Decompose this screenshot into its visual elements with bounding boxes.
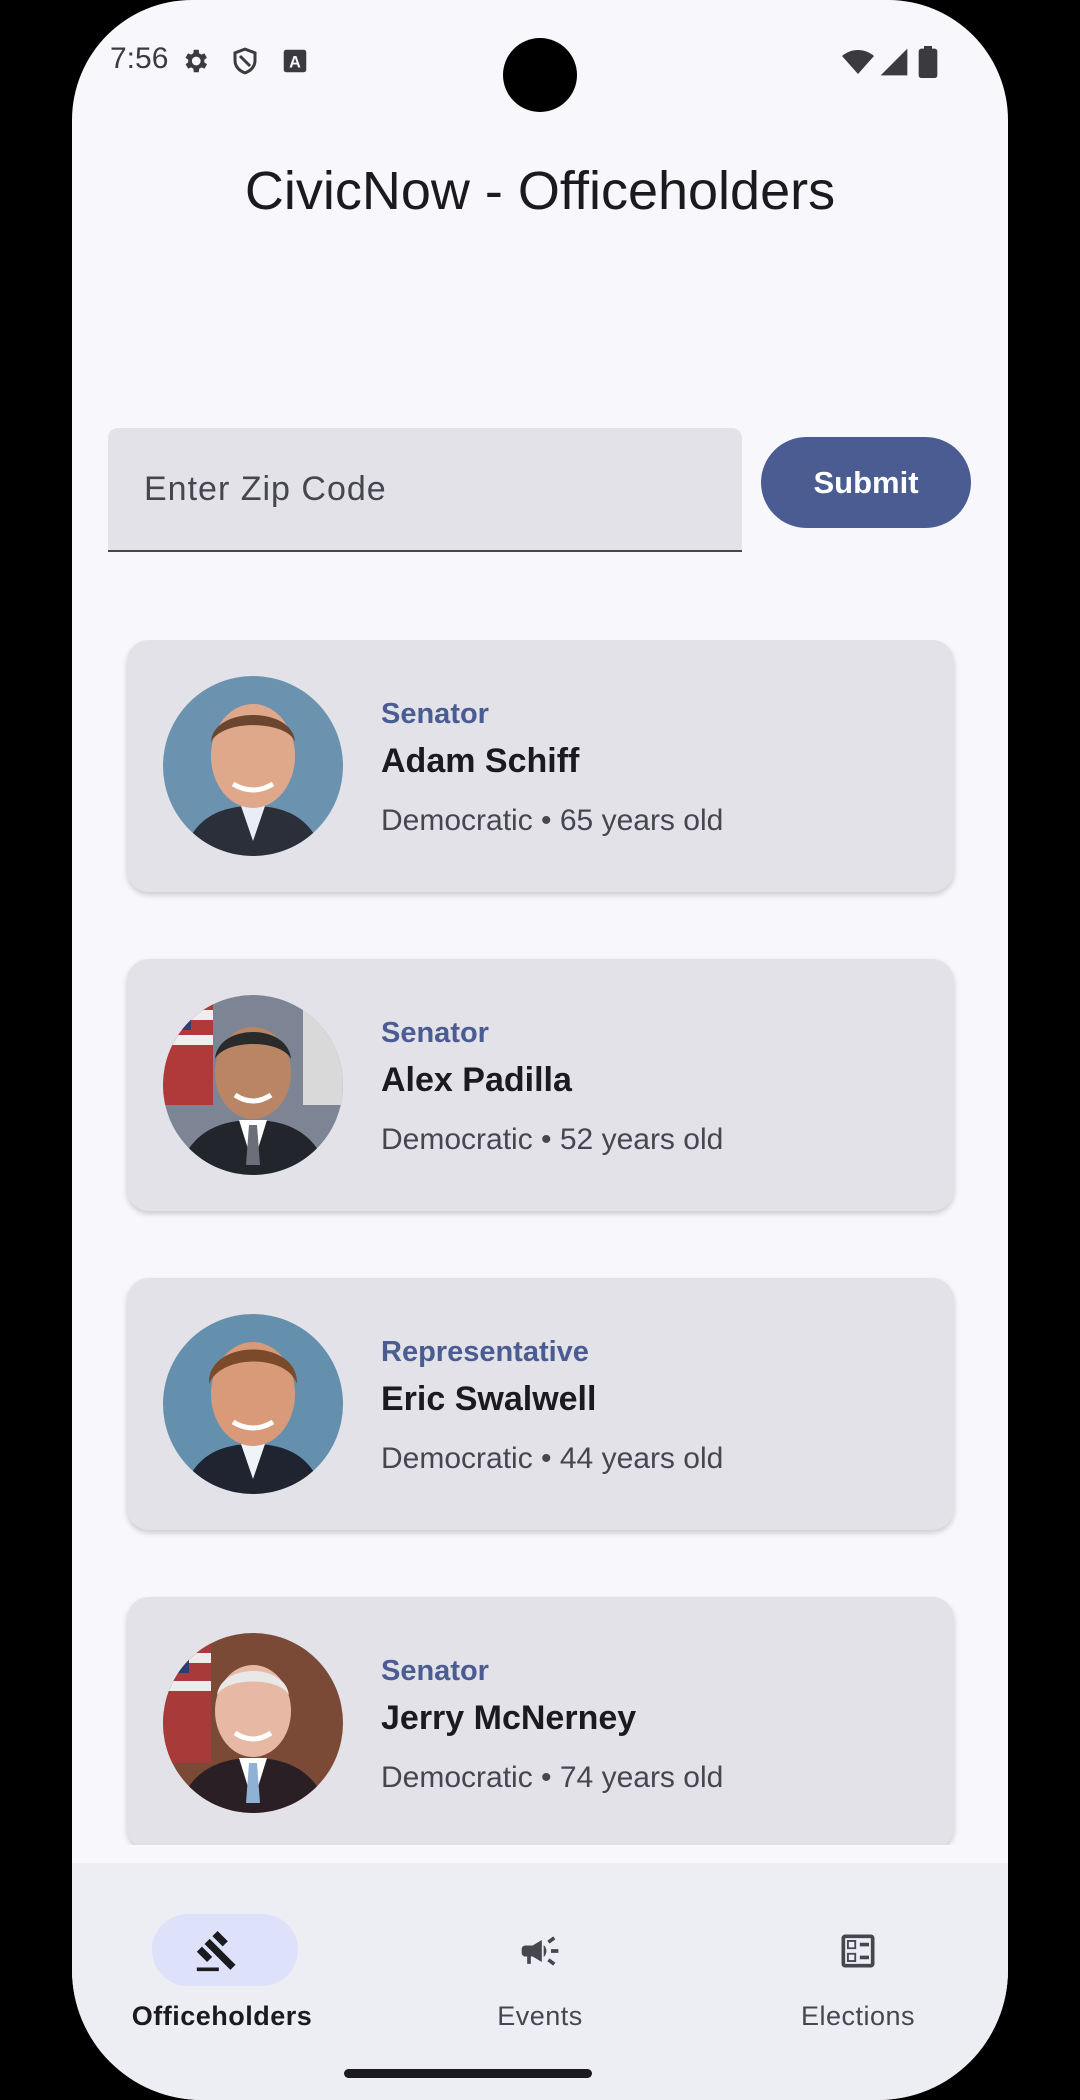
officeholder-name: Alex Padilla: [381, 1061, 572, 1099]
officeholder-card[interactable]: Senator Adam Schiff Democratic • 65 year…: [127, 640, 954, 892]
status-time: 7:56: [110, 42, 169, 75]
nav-label: Officeholders: [131, 2001, 313, 2031]
officeholder-name: Adam Schiff: [381, 742, 580, 780]
avatar: [163, 1633, 343, 1813]
officeholder-details: Democratic • 65 years old: [381, 804, 724, 837]
officeholder-details: Democratic • 44 years old: [381, 1442, 724, 1475]
officeholder-name: Eric Swalwell: [381, 1380, 597, 1418]
submit-button[interactable]: Submit: [761, 437, 971, 528]
avatar: [163, 676, 343, 856]
officeholder-card[interactable]: Senator Alex Padilla Democratic • 52 yea…: [127, 959, 954, 1211]
wifi-icon: [842, 50, 874, 74]
nav-label: Elections: [800, 2001, 916, 2031]
phone-screen: 7:56 A CivicNow - Officeholders Submit: [72, 0, 1008, 2100]
nav-item-events[interactable]: Events: [390, 1887, 690, 2037]
settings-icon: [185, 49, 207, 73]
officeholder-list[interactable]: Senator Adam Schiff Democratic • 65 year…: [72, 640, 1008, 1845]
officeholder-role: Senator: [381, 698, 489, 730]
officeholder-card[interactable]: Senator Jerry McNerney Democratic • 74 y…: [127, 1597, 954, 1845]
status-bar: 7:56 A: [72, 0, 1008, 120]
home-indicator[interactable]: [344, 2069, 592, 2078]
avatar: [163, 1314, 343, 1494]
nav-item-officeholders[interactable]: Officeholders: [72, 1887, 372, 2037]
zip-code-input[interactable]: [108, 428, 742, 550]
avatar: [163, 995, 343, 1175]
zip-code-field[interactable]: [108, 428, 742, 552]
ballot-icon: [841, 1934, 875, 1968]
bottom-navigation: Officeholders Events Elections: [72, 1863, 1008, 2100]
svg-text:A: A: [289, 53, 301, 71]
officeholder-details: Democratic • 74 years old: [381, 1761, 724, 1794]
officeholder-role: Senator: [381, 1655, 489, 1687]
officeholder-role: Representative: [381, 1336, 589, 1368]
front-camera: [503, 38, 577, 112]
keyboard-a-icon: A: [283, 49, 307, 73]
officeholder-details: Democratic • 52 years old: [381, 1123, 724, 1156]
nav-label: Events: [497, 2001, 583, 2031]
megaphone-icon: [521, 1936, 559, 1966]
officeholder-role: Senator: [381, 1017, 489, 1049]
gavel-icon: [196, 1931, 236, 1972]
page-title: CivicNow - Officeholders: [244, 161, 836, 221]
nav-item-elections[interactable]: Elections: [708, 1887, 1008, 2037]
signal-icon: [880, 48, 908, 76]
officeholder-name: Jerry McNerney: [381, 1699, 637, 1737]
battery-icon: [918, 46, 938, 78]
shield-icon: [233, 47, 257, 75]
officeholder-card[interactable]: Representative Eric Swalwell Democratic …: [127, 1278, 954, 1530]
